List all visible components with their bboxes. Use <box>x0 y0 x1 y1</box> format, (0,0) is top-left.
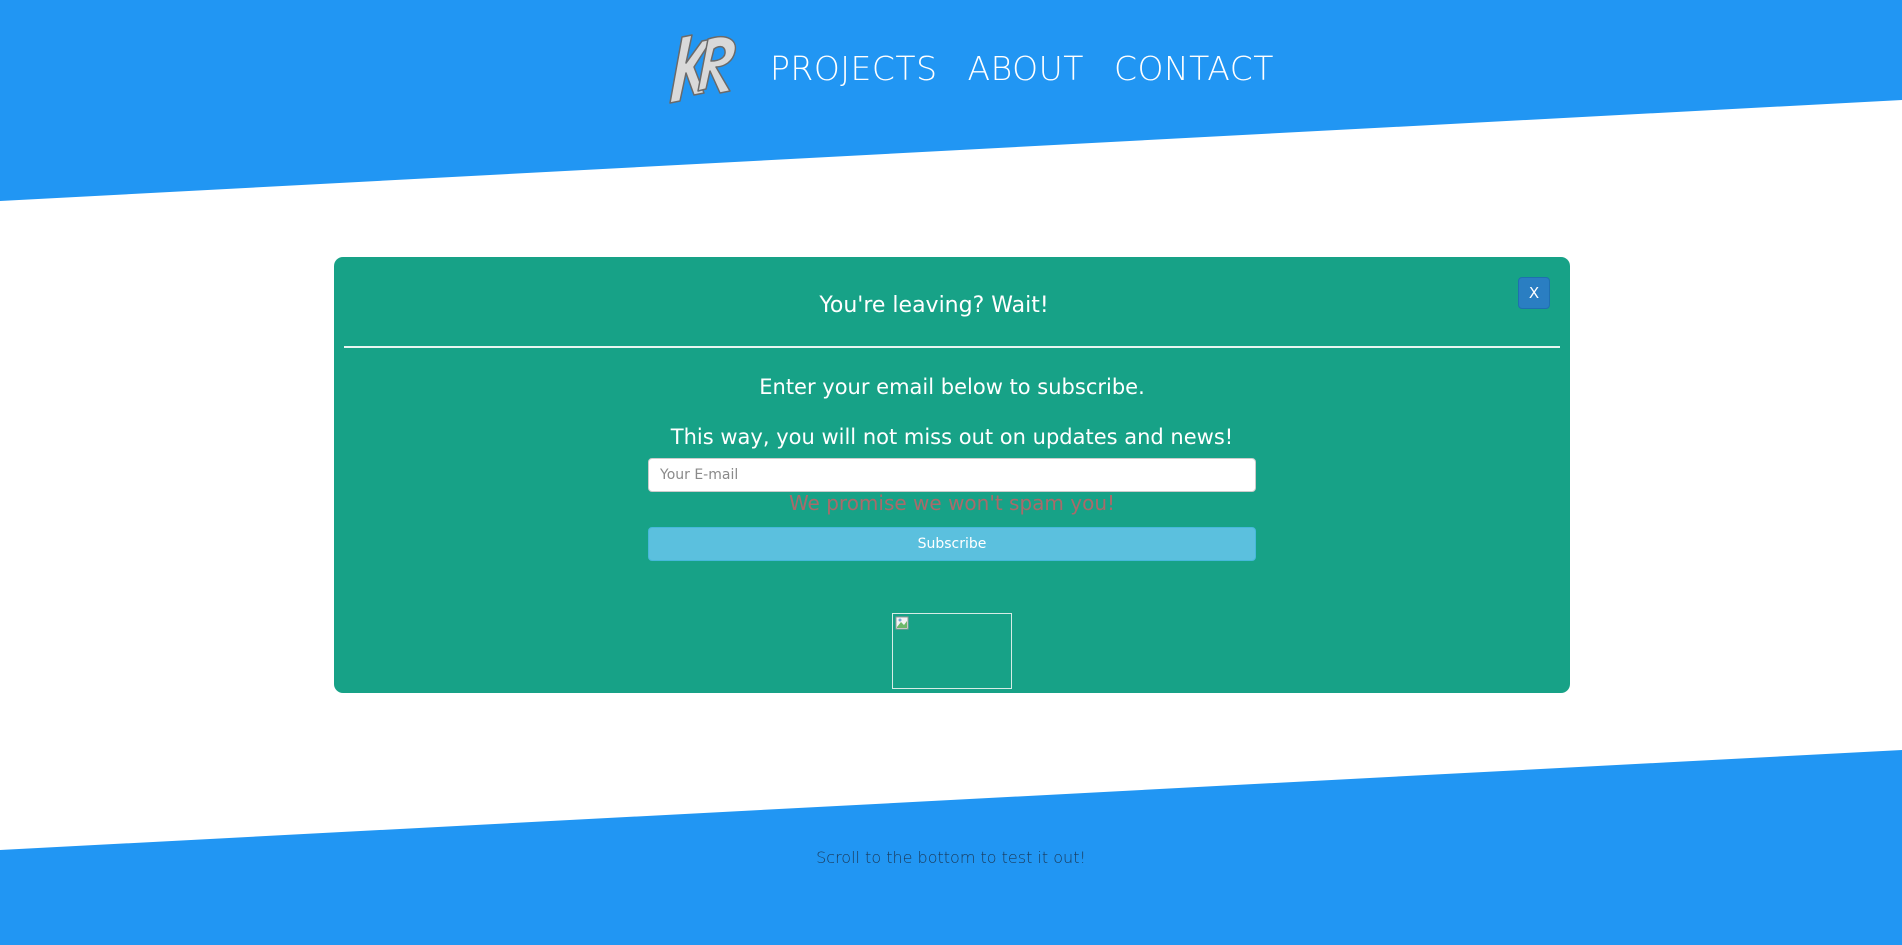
nav-link-projects[interactable]: PROJECTS <box>770 49 938 88</box>
broken-image-icon <box>895 616 909 630</box>
modal-title: You're leaving? Wait! <box>819 293 1049 318</box>
exit-intent-modal: X You're leaving? Wait! Enter your email… <box>334 257 1570 693</box>
no-spam-note: We promise we won't spam you! <box>788 491 1116 515</box>
subscribe-button[interactable]: Subscribe <box>648 527 1256 561</box>
top-navigation: PROJECTS ABOUT CONTACT <box>668 28 1304 108</box>
footer-hint: Scroll to the bottom to test it out! <box>816 848 1086 867</box>
nav-link-about[interactable]: ABOUT <box>968 49 1084 88</box>
broken-image <box>892 613 1012 689</box>
subscribe-benefit: This way, you will not miss out on updat… <box>670 425 1234 449</box>
email-input[interactable] <box>648 458 1256 492</box>
modal-divider <box>344 346 1560 348</box>
nav-link-contact[interactable]: CONTACT <box>1114 49 1274 88</box>
kr-logo[interactable] <box>668 29 742 107</box>
subscribe-instruction: Enter your email below to subscribe. <box>759 375 1145 399</box>
